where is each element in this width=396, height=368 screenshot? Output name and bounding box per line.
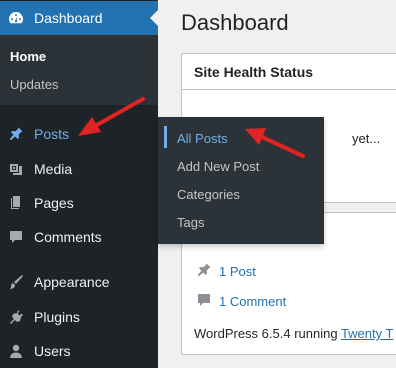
current-menu-pointer (150, 10, 158, 26)
flyout-all-posts[interactable]: All Posts (177, 131, 228, 146)
comment-icon (196, 292, 212, 311)
menu-dashboard-label: Dashboard (34, 10, 103, 26)
menu-users[interactable]: Users (0, 334, 158, 368)
glance-comments-link[interactable]: 1 Comment (219, 294, 286, 309)
dashboard-icon (8, 10, 24, 26)
menu-media-label: Media (34, 161, 73, 177)
posts-flyout-menu: All Posts Add New Post Categories Tags (158, 117, 324, 244)
menu-comments[interactable]: Comments (0, 220, 158, 254)
plugin-icon (8, 309, 24, 325)
menu-appearance-label: Appearance (34, 274, 110, 290)
pin-icon (8, 126, 24, 142)
dashboard-submenu: Home Updates (0, 35, 158, 105)
menu-pages[interactable]: Pages (0, 186, 158, 220)
pin-icon (196, 262, 212, 281)
menu-plugins-label: Plugins (34, 309, 80, 325)
menu-appearance[interactable]: Appearance (0, 265, 158, 299)
comment-icon (8, 229, 24, 245)
page-title: Dashboard (181, 10, 289, 35)
flyout-categories[interactable]: Categories (177, 187, 240, 202)
submenu-updates[interactable]: Updates (10, 77, 58, 92)
menu-comments-label: Comments (34, 229, 102, 245)
wp-version-label: WordPress 6.5.4 running (194, 326, 341, 341)
pages-icon (8, 195, 24, 211)
menu-users-label: Users (34, 343, 71, 359)
submenu-home[interactable]: Home (10, 49, 46, 64)
user-icon (8, 343, 24, 359)
glance-posts-link[interactable]: 1 Post (219, 264, 256, 279)
menu-dashboard[interactable]: Dashboard (0, 1, 158, 35)
wp-version-text: WordPress 6.5.4 running Twenty T (194, 326, 393, 341)
menu-media[interactable]: Media (0, 152, 158, 186)
media-icon (8, 161, 24, 177)
active-indicator (164, 126, 167, 148)
site-health-text: yet... (352, 131, 381, 146)
glance-posts[interactable]: 1 Post (196, 262, 256, 281)
brush-icon (8, 274, 24, 290)
site-health-title: Site Health Status (182, 54, 396, 90)
menu-posts[interactable]: Posts (0, 117, 158, 151)
menu-posts-label: Posts (34, 126, 70, 142)
flyout-tags[interactable]: Tags (177, 215, 204, 230)
admin-sidebar: Dashboard Home Updates Posts Media Pages… (0, 0, 158, 368)
glance-comments[interactable]: 1 Comment (196, 292, 286, 311)
flyout-add-new-post[interactable]: Add New Post (177, 159, 259, 174)
menu-plugins[interactable]: Plugins (0, 300, 158, 334)
theme-link[interactable]: Twenty T (341, 326, 394, 341)
menu-pages-label: Pages (34, 195, 74, 211)
